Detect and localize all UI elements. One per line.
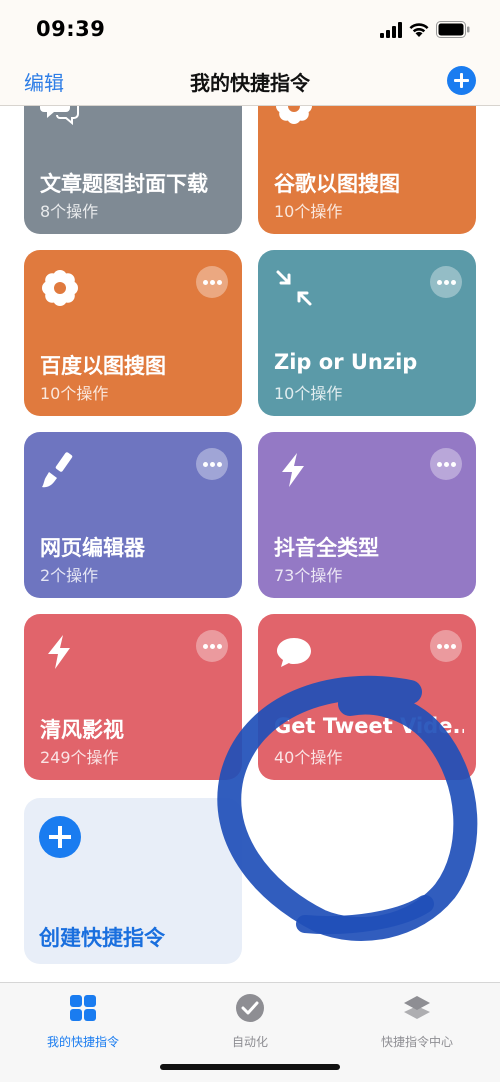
- flower-icon: [42, 270, 78, 306]
- shortcut-title: 网页编辑器: [40, 536, 145, 560]
- shortcut-title: 清风影视: [40, 718, 124, 742]
- shortcut-action-count: 10个操作: [274, 202, 343, 221]
- add-shortcut-button[interactable]: [447, 66, 476, 95]
- more-options-button[interactable]: [196, 448, 228, 480]
- compress-arrows-icon: [276, 270, 312, 306]
- wifi-icon: [409, 23, 429, 37]
- more-options-button[interactable]: [430, 266, 462, 298]
- more-options-button[interactable]: [196, 266, 228, 298]
- shortcut-action-count: 249个操作: [40, 748, 119, 767]
- clock-check-icon: [236, 994, 264, 1022]
- status-bar: 09:39: [0, 0, 500, 58]
- shortcut-card[interactable]: 网页编辑器 2个操作: [24, 432, 242, 598]
- shortcut-title: 谷歌以图搜图: [274, 172, 400, 196]
- shortcut-action-count: 8个操作: [40, 202, 99, 221]
- speech-bubbles-icon: [40, 106, 79, 126]
- shortcut-card[interactable]: Zip or Unzip 10个操作: [258, 250, 476, 416]
- shortcut-title: 抖音全类型: [274, 536, 379, 560]
- status-time: 09:39: [36, 17, 106, 41]
- lightning-icon: [48, 635, 70, 669]
- status-icons: [380, 20, 480, 40]
- more-options-button[interactable]: [430, 448, 462, 480]
- shortcut-title: Zip or Unzip: [274, 350, 418, 374]
- battery-icon: [436, 21, 470, 38]
- create-shortcut-card[interactable]: 创建快捷指令: [24, 798, 242, 964]
- shortcut-action-count: 73个操作: [274, 566, 343, 585]
- shortcut-title: Get Tweet Vide...: [274, 714, 464, 738]
- more-options-button[interactable]: [430, 630, 462, 662]
- shortcut-card[interactable]: 谷歌以图搜图 10个操作: [258, 106, 476, 234]
- shortcut-card[interactable]: 文章题图封面下载 8个操作: [24, 106, 242, 234]
- grid-icon: [70, 995, 96, 1021]
- speech-bubble-icon: [277, 638, 311, 667]
- shortcut-action-count: 10个操作: [274, 384, 343, 403]
- nav-bar: 编辑 我的快捷指令: [0, 58, 500, 106]
- shortcut-action-count: 10个操作: [40, 384, 109, 403]
- more-options-button[interactable]: [196, 630, 228, 662]
- shortcut-title: 文章题图封面下载: [40, 172, 208, 196]
- lightning-icon: [282, 453, 304, 487]
- cellular-signal-icon: [380, 22, 402, 38]
- shortcut-card[interactable]: 百度以图搜图 10个操作: [24, 250, 242, 416]
- shortcut-action-count: 2个操作: [40, 566, 99, 585]
- shortcut-card[interactable]: Get Tweet Vide... 40个操作: [258, 614, 476, 780]
- shortcut-title: 百度以图搜图: [40, 354, 166, 378]
- tab-label: 我的快捷指令: [46, 1035, 119, 1049]
- tab-my-shortcuts[interactable]: 我的快捷指令: [0, 991, 166, 1051]
- tab-gallery[interactable]: 快捷指令中心: [334, 991, 500, 1051]
- plus-icon: [39, 816, 81, 858]
- shortcut-card[interactable]: 抖音全类型 73个操作: [258, 432, 476, 598]
- paintbrush-icon: [42, 452, 73, 488]
- shortcut-action-count: 40个操作: [274, 748, 343, 767]
- flower-icon: [276, 106, 312, 124]
- shortcuts-grid: 文章题图封面下载 8个操作 谷歌以图搜图 10个操作 百度以图搜图 10个操作 …: [0, 106, 500, 982]
- tab-label: 自动化: [231, 1035, 268, 1049]
- home-indicator: [160, 1064, 340, 1070]
- tab-label: 快捷指令中心: [380, 1035, 453, 1049]
- tab-automation[interactable]: 自动化: [167, 991, 333, 1051]
- create-shortcut-label: 创建快捷指令: [39, 926, 165, 950]
- shortcut-card[interactable]: 清风影视 249个操作: [24, 614, 242, 780]
- page-title: 我的快捷指令: [190, 71, 310, 95]
- layers-icon: [404, 996, 430, 1019]
